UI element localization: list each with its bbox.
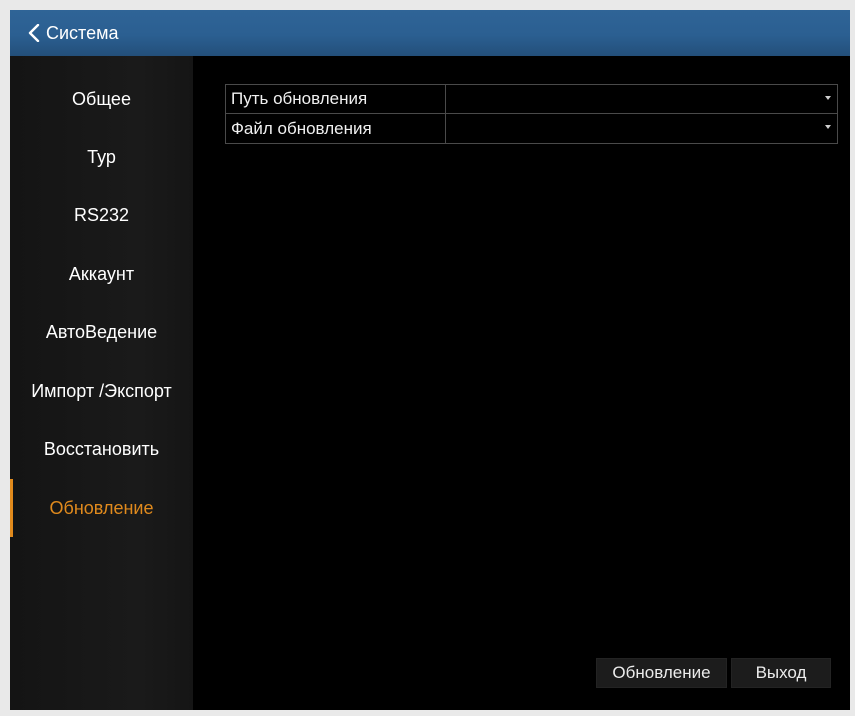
dropdown-arrow-icon (825, 125, 831, 129)
main-content: Путь обновления Файл обновления Обновлен… (193, 56, 850, 710)
update-file-select[interactable] (446, 114, 837, 143)
sidebar-item-update[interactable]: Обновление (10, 479, 193, 537)
screen: Система Общее Тур RS232 Аккаунт АвтоВеде… (0, 0, 855, 716)
form-row-update-file: Файл обновления (226, 114, 837, 143)
sidebar: Общее Тур RS232 Аккаунт АвтоВедение Импо… (10, 56, 193, 710)
update-file-label: Файл обновления (226, 114, 446, 143)
exit-button[interactable]: Выход (731, 658, 831, 688)
dropdown-arrow-icon (825, 96, 831, 100)
title-bar: Система (10, 10, 850, 56)
sidebar-item-general[interactable]: Общее (10, 78, 193, 120)
form-row-update-path: Путь обновления (226, 85, 837, 114)
update-path-label: Путь обновления (226, 85, 446, 113)
settings-window: Система Общее Тур RS232 Аккаунт АвтоВеде… (10, 10, 850, 710)
sidebar-item-restore[interactable]: Восстановить (10, 428, 193, 470)
sidebar-item-rs232[interactable]: RS232 (10, 194, 193, 236)
update-path-select[interactable] (446, 85, 837, 113)
window-title: Система (46, 22, 119, 43)
sidebar-item-account[interactable]: Аккаунт (10, 253, 193, 295)
update-form: Путь обновления Файл обновления (225, 84, 838, 144)
sidebar-item-automaintenance[interactable]: АвтоВедение (10, 311, 193, 353)
update-button[interactable]: Обновление (596, 658, 727, 688)
chevron-left-icon (28, 24, 40, 42)
back-button[interactable]: Система (28, 23, 119, 44)
sidebar-item-import-export[interactable]: Импорт /Экспорт (10, 370, 193, 412)
sidebar-item-tour[interactable]: Тур (10, 136, 193, 178)
